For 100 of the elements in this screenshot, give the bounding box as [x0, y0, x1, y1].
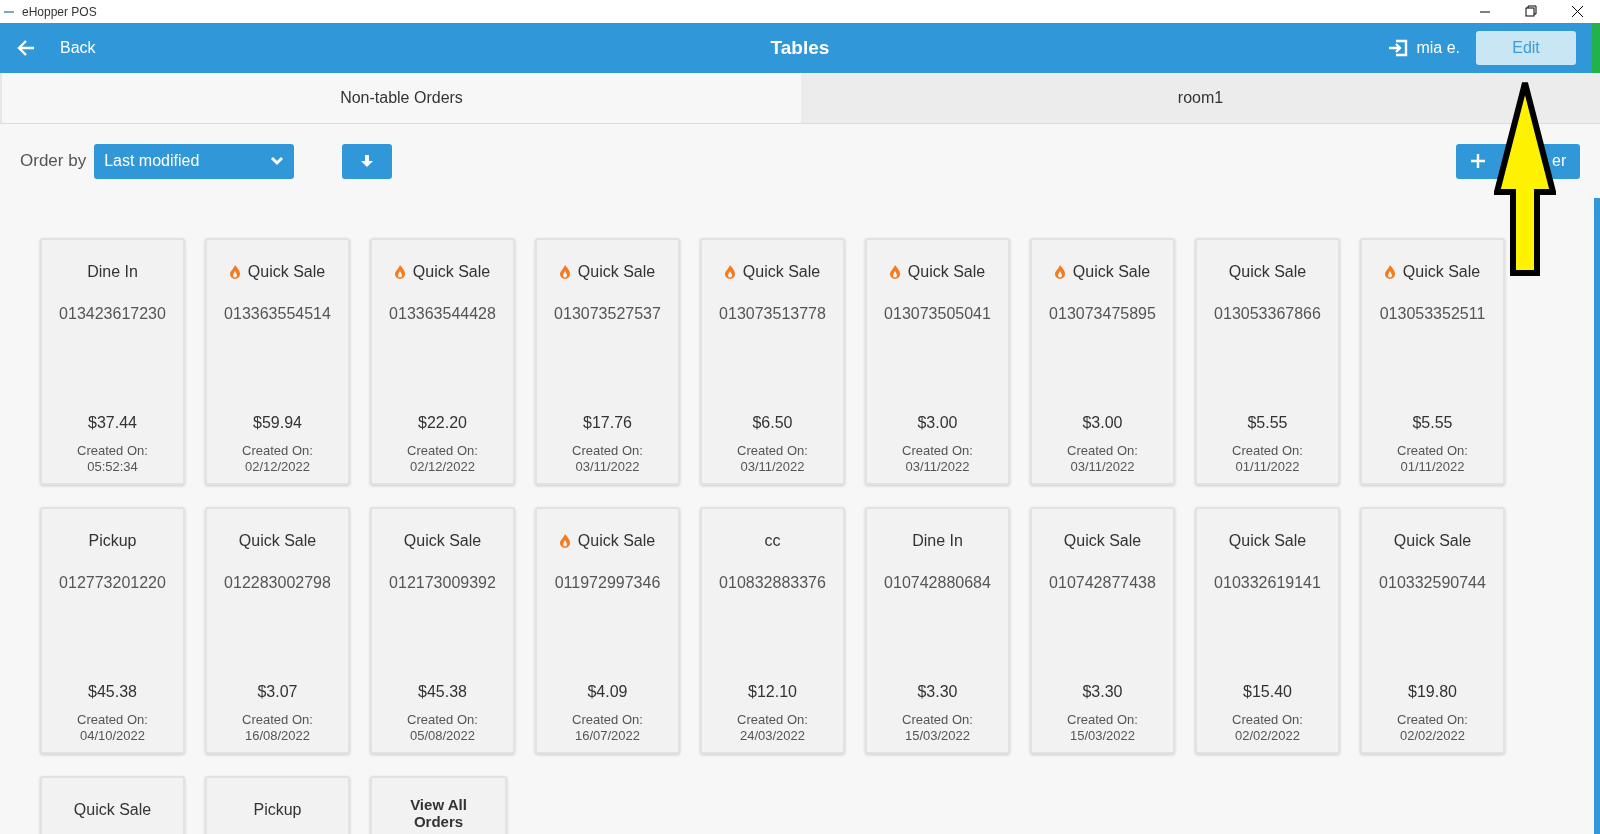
order-card[interactable]: Pickup 012773201220 $45.38 Created On: 04/10/2022 — [40, 507, 185, 754]
order-amount: $6.50 — [752, 413, 793, 433]
order-amount: $37.44 — [88, 413, 137, 433]
order-amount: $4.09 — [587, 682, 628, 702]
order-type: cc — [764, 531, 781, 551]
order-number: 013073513778 — [719, 304, 826, 324]
order-amount: $15.40 — [1243, 682, 1292, 702]
order-number: 010332590744 — [1379, 573, 1486, 593]
order-card[interactable]: Quick Sale 013073527537 $17.76 Created On: 03/11/2022 — [535, 238, 680, 485]
order-number: 011972997346 — [554, 573, 661, 593]
created-label: Created On: — [1397, 443, 1468, 459]
order-card[interactable]: Quick Sale 013073505041 $3.00 Created On: 03/11/2022 — [865, 238, 1010, 485]
order-type: Quick Sale — [412, 262, 491, 282]
order-card[interactable]: cc 010832883376 $12.10 Created On: 24/03/2022 — [700, 507, 845, 754]
order-card[interactable]: Quick Sale 013363544428 $22.20 Created On: 02/12/2022 — [370, 238, 515, 485]
order-number: 013073527537 — [554, 304, 661, 324]
created-label: Created On: — [737, 443, 808, 459]
created-date: 15/03/2022 — [1069, 728, 1136, 744]
created-date: 02/12/2022 — [244, 459, 311, 475]
created-date: 24/03/2022 — [739, 728, 806, 744]
created-date: 03/11/2022 — [575, 459, 640, 475]
order-amount: $3.07 — [257, 682, 298, 702]
created-label: Created On: — [1067, 712, 1138, 728]
status-strip — [1592, 23, 1600, 73]
order-number: 010832883376 — [719, 573, 826, 593]
order-number: 010742877438 — [1049, 573, 1156, 593]
order-type: Dine In — [87, 262, 138, 282]
page-title: Tables — [770, 35, 830, 60]
order-type: Quick Sale — [577, 531, 656, 551]
created-date: 03/11/2022 — [1070, 459, 1135, 475]
order-amount: $3.30 — [917, 682, 958, 702]
order-card[interactable]: Quick Sale 010742877438 $3.30 Created On: 15/03/2022 — [1030, 507, 1175, 754]
order-card[interactable]: Quick Sale 012173009392 $45.38 Created On: 05/08/2022 — [370, 507, 515, 754]
order-card[interactable]: Quick Sale 013073513778 $6.50 Created On: 03/11/2022 — [700, 238, 845, 485]
order-amount: $3.00 — [917, 413, 958, 433]
order-card[interactable]: Quick Sale 013073475895 $3.00 Created On: 03/11/2022 — [1030, 238, 1175, 485]
order-type: Dine In — [912, 531, 963, 551]
order-card[interactable]: Quick Sale 010332619141 $15.40 Created On: 02/02/2022 — [1195, 507, 1340, 754]
order-card[interactable]: Quick Sale 012283002798 $3.07 Created On: 16/08/2022 — [205, 507, 350, 754]
order-amount: $59.94 — [253, 413, 302, 433]
created-label: Created On: — [407, 443, 478, 459]
created-label: Created On: — [1397, 712, 1468, 728]
order-type: Quick Sale — [403, 531, 482, 551]
user-name: mia e. — [1416, 38, 1460, 58]
order-type: Quick Sale — [1402, 262, 1481, 282]
sort-direction-button[interactable] — [342, 143, 393, 179]
tab[interactable]: room1 — [801, 73, 1600, 123]
order-amount: $5.55 — [1412, 413, 1453, 433]
order-card[interactable]: Quick Sale 013053367866 $5.55 Created On: 01/11/2022 — [1195, 238, 1340, 485]
order-card[interactable]: Quick Sale 013363554514 $59.94 Created On: 02/12/2022 — [205, 238, 350, 485]
created-label: Created On: — [407, 712, 478, 728]
order-card[interactable]: Pickup — [205, 776, 350, 834]
order-card[interactable]: Quick Sale 011972997346 $4.09 Created On: 16/07/2022 — [535, 507, 680, 754]
order-number: 013073475895 — [1049, 304, 1156, 324]
order-number: 013053352511 — [1379, 304, 1486, 324]
order-by-label: Order by — [20, 150, 87, 173]
created-label: Created On: — [242, 443, 313, 459]
order-type: Quick Sale — [238, 531, 317, 551]
order-number: 013073505041 — [884, 304, 991, 324]
order-card[interactable]: Dine In 010742880684 $3.30 Created On: 15/03/2022 — [865, 507, 1010, 754]
created-date: 16/08/2022 — [244, 728, 311, 744]
created-date: 16/07/2022 — [574, 728, 641, 744]
order-card[interactable]: Quick Sale 013053352511 $5.55 Created On: 01/11/2022 — [1360, 238, 1505, 485]
order-number: 012283002798 — [224, 573, 331, 593]
chevron-down-icon — [270, 156, 285, 166]
created-date: 03/11/2022 — [740, 459, 805, 475]
card-title: View All Orders — [409, 796, 468, 830]
created-date: 02/02/2022 — [1399, 728, 1466, 744]
created-date: 01/11/2022 — [1400, 459, 1465, 475]
order-number: 013363554514 — [224, 304, 331, 324]
scrollbar[interactable] — [1594, 198, 1600, 834]
order-type: Quick Sale — [1228, 531, 1307, 551]
created-date: 05/08/2022 — [409, 728, 476, 744]
order-type: Pickup — [253, 800, 302, 820]
order-card[interactable]: Quick Sale 010332590744 $19.80 Created On: 02/02/2022 — [1360, 507, 1505, 754]
created-label: Created On: — [902, 712, 973, 728]
order-number: 013363544428 — [389, 304, 496, 324]
created-date: 03/11/2022 — [905, 459, 970, 475]
logout-icon[interactable] — [1388, 39, 1409, 57]
order-type: Quick Sale — [1393, 531, 1472, 551]
order-number: 013423617230 — [59, 304, 166, 324]
order-number: 010332619141 — [1214, 573, 1321, 593]
created-date: 02/02/2022 — [1234, 728, 1301, 744]
created-label: Created On: — [572, 712, 643, 728]
order-card[interactable]: Dine In 013423617230 $37.44 Created On: 05:52:34 — [40, 238, 185, 485]
back-arrow-icon[interactable] — [16, 39, 36, 57]
order-type: Quick Sale — [577, 262, 656, 282]
view-all-orders-card[interactable]: View All Orders — [370, 776, 507, 834]
order-type: Quick Sale — [1228, 262, 1307, 282]
order-type: Pickup — [88, 531, 137, 551]
order-number: 010742880684 — [884, 573, 991, 593]
order-type: Quick Sale — [73, 800, 152, 820]
created-label: Created On: — [902, 443, 973, 459]
order-amount: $5.55 — [1247, 413, 1288, 433]
order-card[interactable]: Quick Sale — [40, 776, 185, 834]
order-type: Quick Sale — [1063, 531, 1142, 551]
created-date: 02/12/2022 — [409, 459, 476, 475]
created-label: Created On: — [1232, 712, 1303, 728]
order-amount: $19.80 — [1408, 682, 1457, 702]
order-amount: $3.30 — [1082, 682, 1123, 702]
